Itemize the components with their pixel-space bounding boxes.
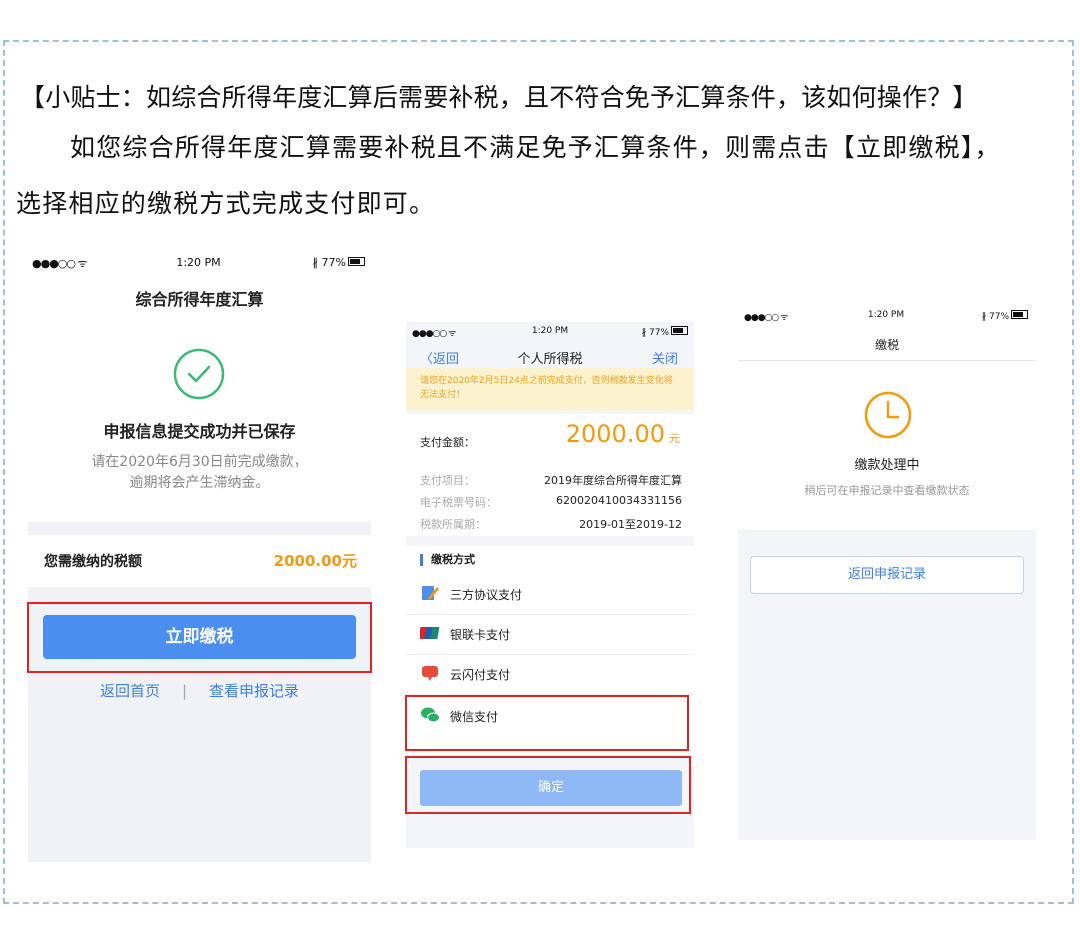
- processing-title: 缴款处理中: [854, 458, 920, 473]
- quickpass-icon: [422, 666, 438, 681]
- status-card: ●●●○○ ᯤ 1:20 PM ∦ 77% 缴税 缴款处理中 稍后可在申报记录中…: [738, 304, 1036, 530]
- nav-bar: 〈返回 个人所得税 关闭: [406, 344, 694, 368]
- status-bar: ●●●○○ ᯤ 1:20 PM ∦ 77%: [32, 256, 365, 270]
- tip-title: 【小贴士：如综合所得年度汇算后需要补税，且不符合免予汇算条件，该如何操作？】: [20, 83, 978, 112]
- method-quickpass[interactable]: 云闪付支付: [406, 654, 694, 695]
- nav-title: 个人所得税: [517, 352, 583, 367]
- processing-note: 稍后可在申报记录中查看缴款状态: [804, 484, 970, 497]
- highlight-box-pay-now: [27, 602, 372, 673]
- battery-indicator: ∦ 77%: [642, 326, 688, 338]
- bottom-links: 返回首页 | 查看申报记录: [28, 680, 371, 701]
- result-card: ●●●○○ ᯤ 1:20 PM ∦ 77% 综合所得年度汇算 申报信息提交成功并…: [28, 250, 371, 522]
- tax-amount-value: 2000.00元: [273, 552, 357, 570]
- header-divider: [738, 360, 1036, 361]
- success-title: 申报信息提交成功并已保存: [103, 422, 296, 441]
- tip-paragraph-line-1: 如您综合所得年度汇算需要补税且不满足免予汇算条件，则需点击【立即缴税】，: [70, 133, 1001, 162]
- tax-amount-label: 您需缴纳的税额: [44, 554, 142, 570]
- page-title: 缴税: [874, 338, 899, 352]
- tax-amount-row: 您需缴纳的税额 2000.00元: [28, 535, 371, 587]
- clock-icon: [864, 391, 912, 439]
- highlight-box-wechat: [405, 695, 689, 751]
- page-title: 综合所得年度汇算: [135, 290, 264, 309]
- highlight-box-confirm: [405, 756, 691, 814]
- close-button[interactable]: 关闭: [652, 348, 678, 367]
- pencil-doc-icon: [422, 586, 439, 600]
- battery-icon: [1011, 310, 1028, 319]
- battery-indicator: ∦ 77%: [982, 310, 1028, 322]
- method-unionpay-card[interactable]: 银联卡支付: [406, 614, 694, 655]
- payment-details: 支付金额： 2000.00 元 支付项目： 2019年度综合所得年度汇算 电子税票号…: [406, 414, 694, 536]
- phone-screen-annual-settlement: ●●●○○ ᯤ 1:20 PM ∦ 77% 综合所得年度汇算 申报信息提交成功并…: [28, 250, 371, 862]
- amount-value: 2000.00 元: [565, 420, 680, 448]
- return-home-link[interactable]: 返回首页: [100, 682, 160, 700]
- battery-indicator: ∦ 77%: [313, 256, 365, 269]
- battery-icon: [671, 326, 688, 335]
- view-records-link[interactable]: 查看申报记录: [209, 682, 299, 700]
- success-check-icon: [173, 348, 225, 400]
- method-three-party[interactable]: 三方协议支付: [406, 574, 694, 615]
- payment-deadline-notice: 请您在2020年2月5日24点之前完成支付，否则税款发生变化将无法支付！: [406, 368, 694, 410]
- status-bar: ●●●○○ ᯤ 1:20 PM ∦ 77%: [744, 310, 1028, 324]
- phone-screen-payment-status: ●●●○○ ᯤ 1:20 PM ∦ 77% 缴税 缴款处理中 稍后可在申报记录中…: [738, 304, 1036, 840]
- battery-icon: [348, 257, 365, 266]
- methods-header: 缴税方式: [420, 554, 475, 566]
- unionpay-icon: [420, 627, 440, 639]
- return-records-button[interactable]: 返回申报记录: [750, 556, 1024, 594]
- status-bar: ●●●○○ ᯤ 1:20 PM ∦ 77%: [412, 326, 688, 340]
- link-separator: |: [181, 682, 188, 700]
- success-note: 请在2020年6月30日前完成缴款， 逾期将会产生滞纳金。: [91, 454, 308, 491]
- amount-label: 支付金额：: [420, 436, 475, 449]
- tip-paragraph-line-2: 选择相应的缴税方式完成支付即可。: [16, 189, 436, 218]
